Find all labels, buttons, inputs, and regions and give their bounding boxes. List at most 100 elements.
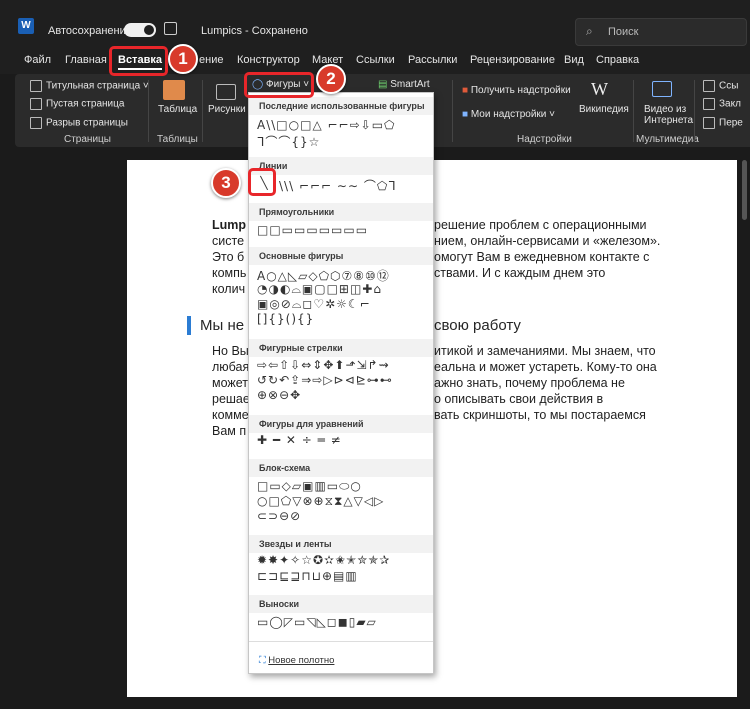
tab-help[interactable]: Справка <box>596 54 639 66</box>
links-button[interactable]: Ссы <box>703 80 738 92</box>
section-lines: Линии <box>249 157 433 175</box>
group-addins-label: Надстройки <box>517 134 572 145</box>
step-badge-3: 3 <box>211 168 241 198</box>
shape-row[interactable]: ◔◑◐⌓▣▢□⊞◫✚⌂ <box>257 282 382 297</box>
ribbon-separator <box>148 80 149 142</box>
tab-view[interactable]: Вид <box>564 54 584 66</box>
table-button[interactable]: Таблица <box>158 104 197 115</box>
section-equations: Фигуры для уравнений <box>249 415 433 433</box>
shape-row[interactable]: □▭◇▱▣▥▭⬭○ <box>257 479 362 494</box>
highlight-shapes-button <box>244 72 314 98</box>
doc-line: еальна и может устареть. Кому-то она <box>434 360 657 374</box>
smartart-icon: ▤ <box>378 79 388 90</box>
step-badge-2: 2 <box>316 64 346 94</box>
doc-line: итикой и замечаниями. Мы знаем, что <box>434 344 656 358</box>
tab-design[interactable]: Конструктор <box>237 54 300 66</box>
shape-row[interactable]: ✚ ━ ✕ ÷ ═ ≠ <box>257 433 342 447</box>
online-video-button[interactable]: Видео из Интернета <box>644 104 693 126</box>
search-placeholder: Поиск <box>608 26 639 38</box>
blank-page-icon <box>30 98 42 110</box>
section-rectangles: Прямоугольники <box>249 203 433 221</box>
section-stars: Звезды и ленты <box>249 535 433 553</box>
shape-row[interactable]: ⇨⇦⇧⇩⇔⇕✥⬆⬏⇲↱⇝ <box>257 358 390 372</box>
bookmark-icon <box>703 98 715 110</box>
shape-row[interactable]: ⊏⊐⊑⊒⊓⊔⊕▤▥ <box>257 569 358 583</box>
search-box[interactable]: ⌕ Поиск <box>575 18 747 46</box>
ribbon-separator <box>202 80 203 142</box>
autosave-label: Автосохранение <box>48 25 132 37</box>
tab-file[interactable]: Файл <box>24 54 51 66</box>
doc-line: колич <box>212 282 246 296</box>
tab-review[interactable]: Рецензирование <box>470 54 555 66</box>
title-page-button[interactable]: Титульная страница ˅ <box>30 80 149 92</box>
page-break-button[interactable]: Разрыв страницы <box>30 117 128 129</box>
section-basic: Основные фигуры <box>249 247 433 265</box>
step-badge-1: 1 <box>168 44 198 74</box>
heading-accent-bar <box>187 316 191 335</box>
shape-row[interactable]: \\\ ⌐⌐⌐ ∼∼ ⌒⬠ᒣ <box>279 177 397 194</box>
shape-row[interactable]: ✹✸✦✧☆✪✫✬✭✮✯✰ <box>257 553 390 567</box>
canvas-icon: ⛶ <box>259 655 266 666</box>
doc-heading: свою работу <box>434 317 521 334</box>
tab-mailings[interactable]: Рассылки <box>408 54 457 66</box>
get-addins-button[interactable]: ■ Получить надстройки <box>462 85 571 96</box>
autosave-toggle[interactable] <box>124 23 156 37</box>
highlight-line-shape <box>248 168 276 196</box>
doc-title: Lumpics - Сохранено <box>201 25 308 37</box>
section-callouts: Выноски <box>249 595 433 613</box>
doc-line: ажно знать, почему проблема не <box>434 376 625 390</box>
doc-line: компь <box>212 266 247 280</box>
scrollbar[interactable] <box>742 160 747 220</box>
smartart-button[interactable]: ▤ SmartArt <box>378 79 430 90</box>
shape-row[interactable]: ▭◯◸▭◹◺◻◼▯▰▱ <box>257 615 377 629</box>
highlight-insert-tab <box>109 46 168 76</box>
ribbon-separator <box>452 80 453 142</box>
tab-references[interactable]: Ссылки <box>356 54 395 66</box>
doc-line: Это б <box>212 250 245 264</box>
group-tables-label: Таблицы <box>157 134 198 145</box>
shape-row[interactable]: A\\□○□△ ⌐⌐⇨⇩▭⬠ <box>257 118 395 132</box>
group-media-label: Мультимедиа <box>636 134 699 145</box>
search-icon: ⌕ <box>586 24 593 38</box>
shape-row[interactable]: ⊕⊗⊖✥ <box>257 388 301 402</box>
tab-home[interactable]: Главная <box>65 54 107 66</box>
cross-reference-icon <box>703 117 715 129</box>
save-icon[interactable] <box>164 22 177 35</box>
group-pages-label: Страницы <box>64 134 111 145</box>
shape-row[interactable]: ↺↻↶⇪⇒⇨▷⊳⊲⊵⊶⊷ <box>257 373 393 387</box>
doc-line: может <box>212 376 249 390</box>
shape-row[interactable]: ⊂⊃⊖⊘ <box>257 509 301 523</box>
wikipedia-button[interactable]: Википедия <box>579 104 629 115</box>
doc-line: ствами. И с каждым днем это <box>434 266 606 280</box>
wikipedia-icon: W <box>591 79 608 99</box>
cross-reference-button[interactable]: Пере <box>703 117 743 129</box>
ribbon-separator <box>633 80 634 142</box>
new-canvas-item[interactable]: ⛶ Новое полотно <box>259 655 334 666</box>
doc-heading: Мы не <box>200 317 245 334</box>
pictures-button[interactable]: Рисунки <box>208 104 246 115</box>
title-page-icon <box>30 80 42 92</box>
shape-row[interactable]: □□▭▭▭▭▭▭▭ <box>257 223 368 237</box>
divider <box>249 641 433 642</box>
tab-draw-partial[interactable]: ение <box>199 54 223 66</box>
shape-row[interactable]: ᒣ⌒⌒{}☆ <box>257 133 320 150</box>
doc-line: Lump <box>212 218 247 232</box>
shape-row[interactable]: ▣◎⊘⌓◻♡✲☼☾⌐ <box>257 297 371 312</box>
shape-row[interactable]: ○□⬠▽⊗⊕⧖⧗△▽◁▷ <box>257 494 384 509</box>
shape-row[interactable]: []{}(){} <box>257 312 314 326</box>
table-icon <box>163 80 185 100</box>
link-icon <box>703 80 715 92</box>
doc-line: омогут Вам в ежедневном контакте с <box>434 250 650 264</box>
doc-line: Вам п <box>212 424 247 438</box>
blank-page-button[interactable]: Пустая страница <box>30 98 124 110</box>
word-app-icon: W <box>18 18 34 34</box>
ribbon-separator <box>694 80 695 142</box>
doc-line: любая <box>212 360 250 374</box>
section-recent: Последние использованные фигуры <box>249 97 433 115</box>
doc-line: систе <box>212 234 245 248</box>
doc-line: решае <box>212 392 250 406</box>
doc-line: о описывать свои действия в <box>434 392 604 406</box>
my-addins-button[interactable]: ■ Мои надстройки ˅ <box>462 109 555 120</box>
word-window: W Автосохранение Lumpics - Сохранено ⌕ П… <box>0 0 750 709</box>
bookmark-button[interactable]: Закл <box>703 98 741 110</box>
